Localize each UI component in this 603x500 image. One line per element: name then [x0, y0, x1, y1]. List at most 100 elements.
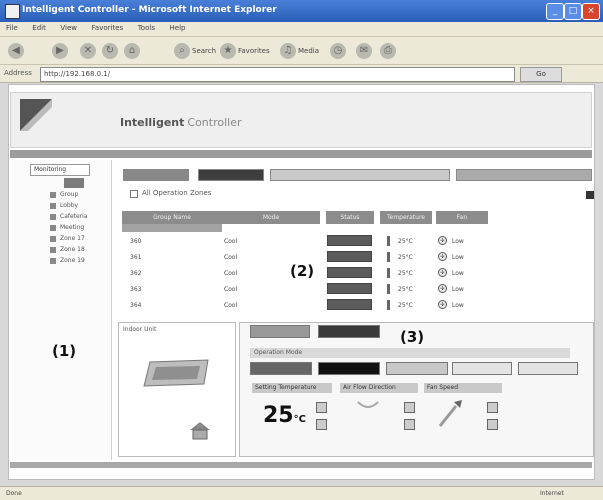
favorites-icon[interactable]: ★ — [220, 43, 236, 59]
grid-view-icon[interactable] — [586, 191, 594, 199]
tree-item[interactable]: Cafeteria — [48, 212, 88, 222]
window-title: Intelligent Controller - Microsoft Inter… — [22, 5, 277, 15]
tree-item[interactable]: Zone 19 — [48, 256, 85, 266]
airflow-icon — [357, 401, 379, 408]
annotation-3: (3) — [400, 328, 425, 346]
row-temp: 25°C — [398, 238, 413, 245]
favorites-label[interactable]: Favorites — [238, 47, 270, 55]
row-name: 360 — [130, 238, 142, 245]
menu-favorites[interactable]: Favorites — [86, 22, 130, 34]
airflow-up-button[interactable] — [404, 402, 415, 413]
page-header — [10, 92, 592, 148]
row-status-button[interactable] — [327, 299, 372, 310]
off-button[interactable] — [318, 325, 380, 338]
row-mode: Cool — [224, 286, 238, 293]
menu-help[interactable]: Help — [164, 22, 192, 34]
status-bar: Done Internet — [0, 486, 603, 500]
row-mode: Cool — [224, 270, 238, 277]
row-name: 363 — [130, 286, 142, 293]
air-direction-header: Air Flow Direction — [340, 383, 418, 393]
row-fan-speed: Low — [452, 238, 464, 245]
tree-item[interactable]: Group — [48, 190, 78, 200]
col-group-name[interactable]: Group Name — [122, 211, 222, 224]
tree-root[interactable]: Monitoring — [30, 164, 90, 176]
print-icon[interactable]: ⎙ — [380, 43, 396, 59]
back-icon[interactable]: ◀ — [8, 43, 24, 59]
menu-edit[interactable]: Edit — [26, 22, 52, 34]
fan-down-button[interactable] — [487, 419, 498, 430]
mode-auto-button[interactable] — [518, 362, 578, 375]
tree-item[interactable]: Zone 18 — [48, 245, 85, 255]
address-bar: Address http://192.168.0.1/ Go — [0, 65, 603, 83]
mode-cool-button[interactable] — [250, 362, 312, 375]
row-status-button[interactable] — [327, 235, 372, 246]
brand-name: Intelligent — [120, 116, 185, 129]
temp-down-button[interactable] — [316, 419, 327, 430]
menu-tools[interactable]: Tools — [132, 22, 161, 34]
mode-fan-button[interactable] — [386, 362, 448, 375]
col-mode[interactable]: Mode — [222, 211, 320, 224]
row-name: 361 — [130, 254, 142, 261]
home-nav-icon[interactable]: ⌂ — [124, 43, 140, 59]
row-fan-speed: Low — [452, 254, 464, 261]
menu-view[interactable]: View — [54, 22, 83, 34]
status-text: Done — [6, 490, 22, 497]
fan-up-button[interactable] — [487, 402, 498, 413]
tree-item[interactable]: Zone 17 — [48, 234, 85, 244]
browser-toolbar: ◀ ▶ ✕ ↻ ⌂ ⌕ Search ★ Favorites ♫ Media ◷… — [0, 37, 603, 65]
mail-icon[interactable]: ✉ — [356, 43, 372, 59]
row-status-button[interactable] — [327, 251, 372, 262]
tree-item[interactable]: Meeting — [48, 223, 84, 233]
tab-bar-fill — [270, 169, 450, 181]
mode-heat-button[interactable] — [318, 362, 380, 375]
row-temp: 25°C — [398, 302, 413, 309]
fan-icon: ✣ — [438, 236, 447, 245]
close-button[interactable]: × — [582, 3, 600, 20]
tab-control[interactable] — [198, 169, 264, 181]
fan-icon: ✣ — [438, 268, 447, 277]
unit-label: Indoor Unit — [123, 326, 157, 333]
address-input[interactable]: http://192.168.0.1/ — [40, 67, 515, 82]
home-icon[interactable] — [189, 420, 211, 440]
mode-dry-button[interactable] — [452, 362, 512, 375]
minimize-button[interactable]: _ — [546, 3, 564, 20]
on-button[interactable] — [250, 325, 310, 338]
menu-file[interactable]: File — [0, 22, 24, 34]
annotation-2: (2) — [290, 262, 315, 280]
indoor-unit-image — [143, 359, 209, 387]
media-icon[interactable]: ♫ — [280, 43, 296, 59]
col-fan[interactable]: Fan — [436, 211, 488, 224]
zone-text: Internet — [540, 490, 564, 497]
tab-settings[interactable] — [456, 169, 592, 181]
forward-icon[interactable]: ▶ — [52, 43, 68, 59]
fan-icon: ✣ — [438, 252, 447, 261]
thermometer-icon — [387, 284, 390, 294]
row-status-button[interactable] — [327, 283, 372, 294]
fan-speed-icon — [438, 400, 462, 427]
col-status[interactable]: Status — [326, 211, 374, 224]
tree-item[interactable]: Lobby — [48, 201, 78, 211]
refresh-icon[interactable]: ↻ — [102, 43, 118, 59]
row-status-button[interactable] — [327, 267, 372, 278]
maximize-button[interactable]: □ — [564, 3, 582, 20]
stop-icon[interactable]: ✕ — [80, 43, 96, 59]
row-fan-speed: Low — [452, 270, 464, 277]
row-temp: 25°C — [398, 254, 413, 261]
fan-icon: ✣ — [438, 284, 447, 293]
set-temp-header: Setting Temperature — [252, 383, 332, 393]
history-icon[interactable]: ◷ — [330, 43, 346, 59]
search-label[interactable]: Search — [192, 47, 216, 55]
thermometer-icon — [387, 268, 390, 278]
row-fan-speed: Low — [452, 286, 464, 293]
header-divider — [10, 150, 592, 158]
col-temperature[interactable]: Temperature — [380, 211, 432, 224]
temp-up-button[interactable] — [316, 402, 327, 413]
unit-image-panel — [118, 322, 236, 457]
up-folder-icon[interactable] — [130, 190, 138, 198]
airflow-down-button[interactable] — [404, 419, 415, 430]
search-icon[interactable]: ⌕ — [174, 43, 190, 59]
thermometer-icon — [387, 252, 390, 262]
tab-monitor[interactable] — [123, 169, 189, 181]
go-button[interactable]: Go — [520, 67, 562, 82]
media-label[interactable]: Media — [298, 47, 319, 55]
